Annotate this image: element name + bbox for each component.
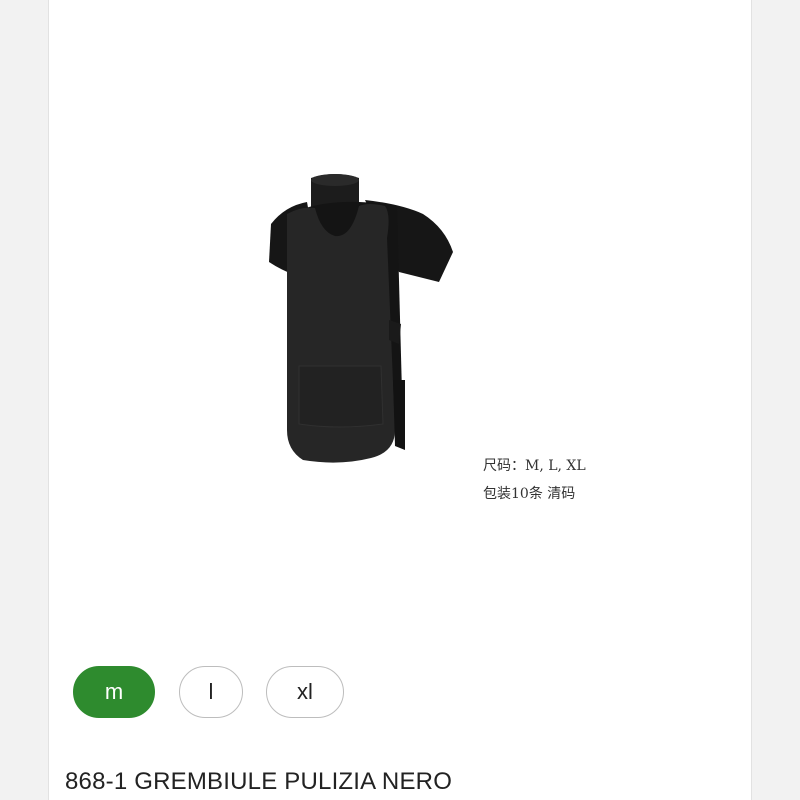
side-tie xyxy=(389,320,401,344)
image-caption: 尺码：M, L, XL 包装10条 清码 xyxy=(483,452,586,508)
product-card: 尺码：M, L, XL 包装10条 清码 m l xl 868-1 GREMBI… xyxy=(48,0,752,800)
product-image xyxy=(49,0,753,640)
package-text: 包装10条 清码 xyxy=(483,486,576,502)
size-option-xl[interactable]: xl xyxy=(266,666,344,718)
size-option-m[interactable]: m xyxy=(73,666,155,718)
size-range-text: 尺码：M, L, XL xyxy=(483,458,586,474)
product-title: 868-1 GREMBIULE PULIZIA NERO xyxy=(65,768,453,795)
apron-pocket xyxy=(298,365,384,428)
page: 尺码：M, L, XL 包装10条 清码 m l xl 868-1 GREMBI… xyxy=(0,0,800,800)
size-option-l[interactable]: l xyxy=(179,666,243,718)
side-panel xyxy=(393,380,405,450)
